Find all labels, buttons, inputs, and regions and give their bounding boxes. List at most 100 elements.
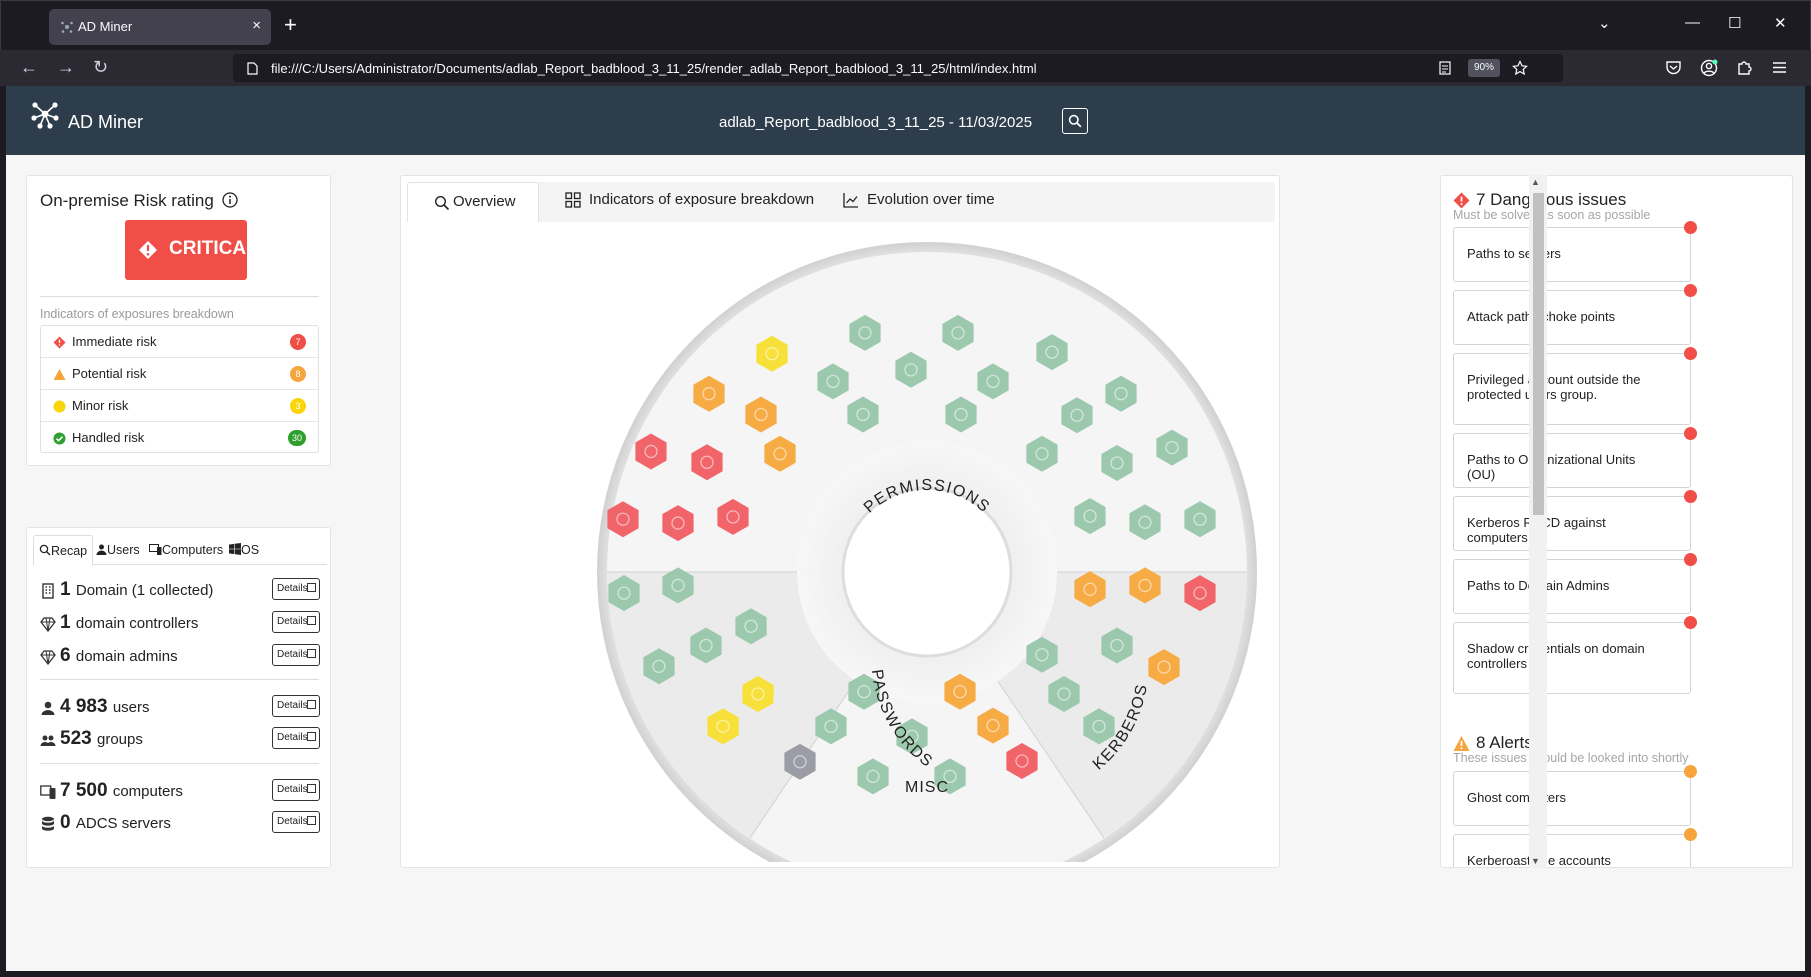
divider <box>40 679 319 680</box>
risk-rating-label: CRITICAL <box>169 238 258 259</box>
tab-evolution[interactable]: Evolution over time <box>843 191 995 208</box>
risk-rating-card: On-premise Risk rating CRITICAL Indicato… <box>26 175 331 466</box>
tab-label: Indicators of exposure breakdown <box>589 191 815 208</box>
search-icon <box>434 195 450 211</box>
stat-label: ADCS servers <box>75 815 171 832</box>
chart-line-icon <box>843 193 858 208</box>
stat-users: 4 983 users Details <box>40 695 320 721</box>
issue-card[interactable]: Paths to servers <box>1453 221 1697 282</box>
favicon-icon <box>61 21 73 33</box>
alerts-title: 8 Alerts <box>1476 733 1533 752</box>
page-icon <box>247 62 258 75</box>
minimize-icon[interactable]: — <box>1685 14 1700 31</box>
indicators-title: Indicators of exposures breakdown <box>40 307 234 321</box>
indicator-count-badge: 30 <box>287 430 306 446</box>
tab-indicators-breakdown[interactable]: Indicators of exposure breakdown <box>565 191 814 208</box>
app-header: AD Miner adlab_Report_badblood_3_11_25 -… <box>6 86 1805 155</box>
details-button[interactable]: Details <box>272 644 320 666</box>
red-dot-icon <box>1684 347 1697 360</box>
close-window-icon[interactable]: ✕ <box>1774 14 1787 32</box>
issues-scrollbar[interactable]: ▲ ▼ <box>1529 175 1547 868</box>
tab-label: OS <box>241 543 260 557</box>
url-text: file:///C:/Users/Administrator/Documents… <box>271 61 1037 76</box>
details-label: Details <box>277 649 308 660</box>
details-button[interactable]: Details <box>272 695 320 717</box>
issue-card[interactable]: Kerberos RBCD against computers <box>1453 490 1697 551</box>
external-link-icon <box>307 583 316 592</box>
stat-label: Domain (1 collected) <box>75 582 214 599</box>
back-icon[interactable]: ← <box>20 57 38 78</box>
stat-domain-admins: 6 domain admins Details <box>40 644 320 670</box>
info-icon[interactable] <box>221 192 238 208</box>
account-icon[interactable] <box>1700 59 1718 77</box>
tab-users[interactable]: Users <box>96 543 140 557</box>
issue-card[interactable]: Attack paths choke points <box>1453 284 1697 345</box>
devices-icon <box>149 544 162 555</box>
browser-tab[interactable]: AD Miner × <box>49 9 271 45</box>
indicator-handled-risk[interactable]: Handled risk 30 <box>41 422 318 454</box>
tab-overview[interactable]: Overview <box>407 182 539 222</box>
risk-rating-badge[interactable]: CRITICAL <box>125 220 258 280</box>
stat-value: 523 <box>60 728 92 749</box>
details-button[interactable]: Details <box>272 779 320 801</box>
building-icon <box>42 583 54 599</box>
details-button[interactable]: Details <box>272 727 320 749</box>
forward-icon[interactable]: → <box>57 57 75 78</box>
indicator-immediate-risk[interactable]: Immediate risk 7 <box>41 326 318 358</box>
search-button[interactable] <box>1062 108 1088 134</box>
details-label: Details <box>277 583 308 594</box>
issue-card[interactable]: Shadow credentials on domain controllers <box>1453 616 1697 694</box>
reload-icon[interactable]: ↻ <box>93 57 108 78</box>
bookmark-star-icon[interactable] <box>1512 60 1528 76</box>
indicator-label: Potential risk <box>72 366 147 381</box>
app-page: AD Miner adlab_Report_badblood_3_11_25 -… <box>6 86 1805 971</box>
details-button[interactable]: Details <box>272 611 320 633</box>
tab-close-icon[interactable]: × <box>252 17 261 34</box>
indicator-potential-risk[interactable]: Potential risk 8 <box>41 358 318 390</box>
tab-computers[interactable]: Computers <box>149 543 223 557</box>
details-button[interactable]: Details <box>272 811 320 833</box>
stat-label: domain admins <box>75 648 178 665</box>
new-tab-button[interactable]: + <box>284 12 297 38</box>
indicator-minor-risk[interactable]: Minor risk 3 <box>41 390 318 422</box>
tab-title: AD Miner <box>78 19 133 34</box>
tab-recap[interactable]: Recap <box>33 535 94 566</box>
stat-domain-controllers: 1 domain controllers Details <box>40 611 320 637</box>
pocket-icon[interactable] <box>1665 60 1682 76</box>
tab-label: Overview <box>453 193 516 210</box>
reader-view-icon[interactable] <box>1439 61 1451 75</box>
scroll-up-icon[interactable]: ▲ <box>1531 177 1540 187</box>
issue-label: Ghost computers <box>1467 790 1566 805</box>
issue-card[interactable]: Ghost computers <box>1453 765 1697 826</box>
indicator-count-badge: 3 <box>290 398 306 414</box>
recap-tabs: Recap Users Computers OS <box>33 535 327 566</box>
maximize-icon[interactable]: ☐ <box>1728 14 1741 32</box>
stat-groups: 523 groups Details <box>40 727 320 753</box>
extensions-icon[interactable] <box>1736 59 1753 76</box>
issue-label: Attack paths choke points <box>1467 309 1616 324</box>
url-bar[interactable]: file:///C:/Users/Administrator/Documents… <box>233 54 1563 82</box>
red-dot-icon <box>1684 490 1697 503</box>
tab-os[interactable]: OS <box>229 543 259 557</box>
red-dot-icon <box>1684 427 1697 440</box>
stat-value: 1 <box>60 612 71 633</box>
list-tabs-icon[interactable]: ⌄ <box>1598 14 1611 32</box>
stat-value: 7 500 <box>60 780 108 801</box>
issue-card[interactable]: Privileged account outside the protected… <box>1453 347 1697 425</box>
issue-card[interactable]: Kerberoastable accounts <box>1453 828 1697 867</box>
issue-card[interactable]: Paths to Domain Admins <box>1453 553 1697 614</box>
details-label: Details <box>277 700 308 711</box>
issue-card[interactable]: Paths to Organizational Units (OU) <box>1453 427 1697 488</box>
orange-triangle-icon <box>53 369 66 380</box>
risk-rating-title-text: On-premise Risk rating <box>40 191 214 210</box>
tab-label: Evolution over time <box>867 191 995 208</box>
stat-computers: 7 500 computers Details <box>40 779 320 805</box>
red-diamond-icon <box>1453 192 1470 209</box>
menu-icon[interactable] <box>1772 61 1787 74</box>
warning-diamond-icon <box>139 241 157 259</box>
indicator-label: Minor risk <box>72 398 129 413</box>
scroll-down-icon[interactable]: ▼ <box>1531 856 1540 866</box>
zoom-level[interactable]: 90% <box>1468 59 1500 77</box>
details-button[interactable]: Details <box>272 578 320 600</box>
scrollbar-thumb[interactable] <box>1533 193 1544 515</box>
